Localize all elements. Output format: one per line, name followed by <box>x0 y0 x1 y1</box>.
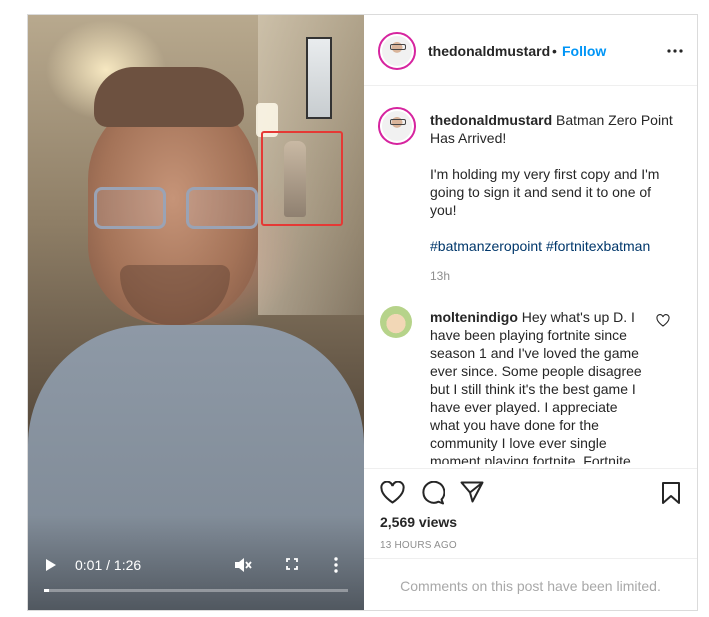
hashtag-link[interactable]: #fortnitexbatman <box>546 238 650 254</box>
like-comment-heart-icon[interactable] <box>656 314 670 327</box>
author-avatar[interactable] <box>378 32 416 70</box>
comments-limited-notice: Comments on this post have been limited. <box>400 578 661 594</box>
caption-avatar[interactable] <box>378 107 416 145</box>
mute-icon[interactable] <box>234 557 252 573</box>
more-vertical-icon[interactable] <box>334 557 338 573</box>
author-username[interactable]: thedonaldmustard <box>428 43 550 59</box>
actions-divider <box>364 468 697 469</box>
video-background-window <box>306 37 332 119</box>
bookmark-save-icon[interactable] <box>661 481 681 505</box>
video-player[interactable]: 0:01 / 1:26 <box>28 15 364 610</box>
video-progress-fill <box>44 589 49 592</box>
commenter-username[interactable]: moltenindigo <box>430 309 518 325</box>
post-header: thedonaldmustard • Follow <box>364 15 697 86</box>
play-icon[interactable] <box>46 559 56 571</box>
comment-body: Hey what's up D. I have been playing for… <box>430 309 642 464</box>
caption-age: 13h <box>430 269 451 283</box>
footer-divider <box>364 558 697 559</box>
hashtag-link[interactable]: #batmanzeropoint <box>430 238 542 254</box>
video-progress-bar[interactable] <box>44 589 348 592</box>
more-options-icon[interactable] <box>667 49 683 53</box>
post-side-panel: thedonaldmustard • Follow thedonaldmusta… <box>364 15 697 610</box>
caption-username[interactable]: thedonaldmustard <box>430 112 552 128</box>
separator-dot: • <box>552 43 557 59</box>
video-time: 0:01 / 1:26 <box>75 557 142 573</box>
instagram-post: 0:01 / 1:26 thedonaldmustard • Follow th… <box>27 14 698 611</box>
person-glasses <box>94 187 260 233</box>
comment-bubble-icon[interactable] <box>420 481 445 505</box>
fullscreen-icon[interactable] <box>286 558 298 570</box>
post-timestamp: 13 HOURS AGO <box>380 540 457 551</box>
person-hair <box>94 67 244 127</box>
caption-body: I'm holding my very first copy and I'm g… <box>430 166 660 218</box>
video-controls: 0:01 / 1:26 <box>28 549 364 610</box>
share-paper-plane-icon[interactable] <box>460 481 484 503</box>
comment-text: moltenindigo Hey what's up D. I have bee… <box>430 308 645 464</box>
follow-button[interactable]: Follow <box>562 43 606 59</box>
like-heart-icon[interactable] <box>380 481 405 504</box>
caption-hashtags: #batmanzeropoint #fortnitexbatman <box>430 237 675 255</box>
view-count[interactable]: 2,569 views <box>380 514 457 530</box>
highlight-box <box>261 131 343 226</box>
post-caption: thedonaldmustard Batman Zero Point Has A… <box>430 111 675 273</box>
commenter-avatar[interactable] <box>380 306 412 338</box>
